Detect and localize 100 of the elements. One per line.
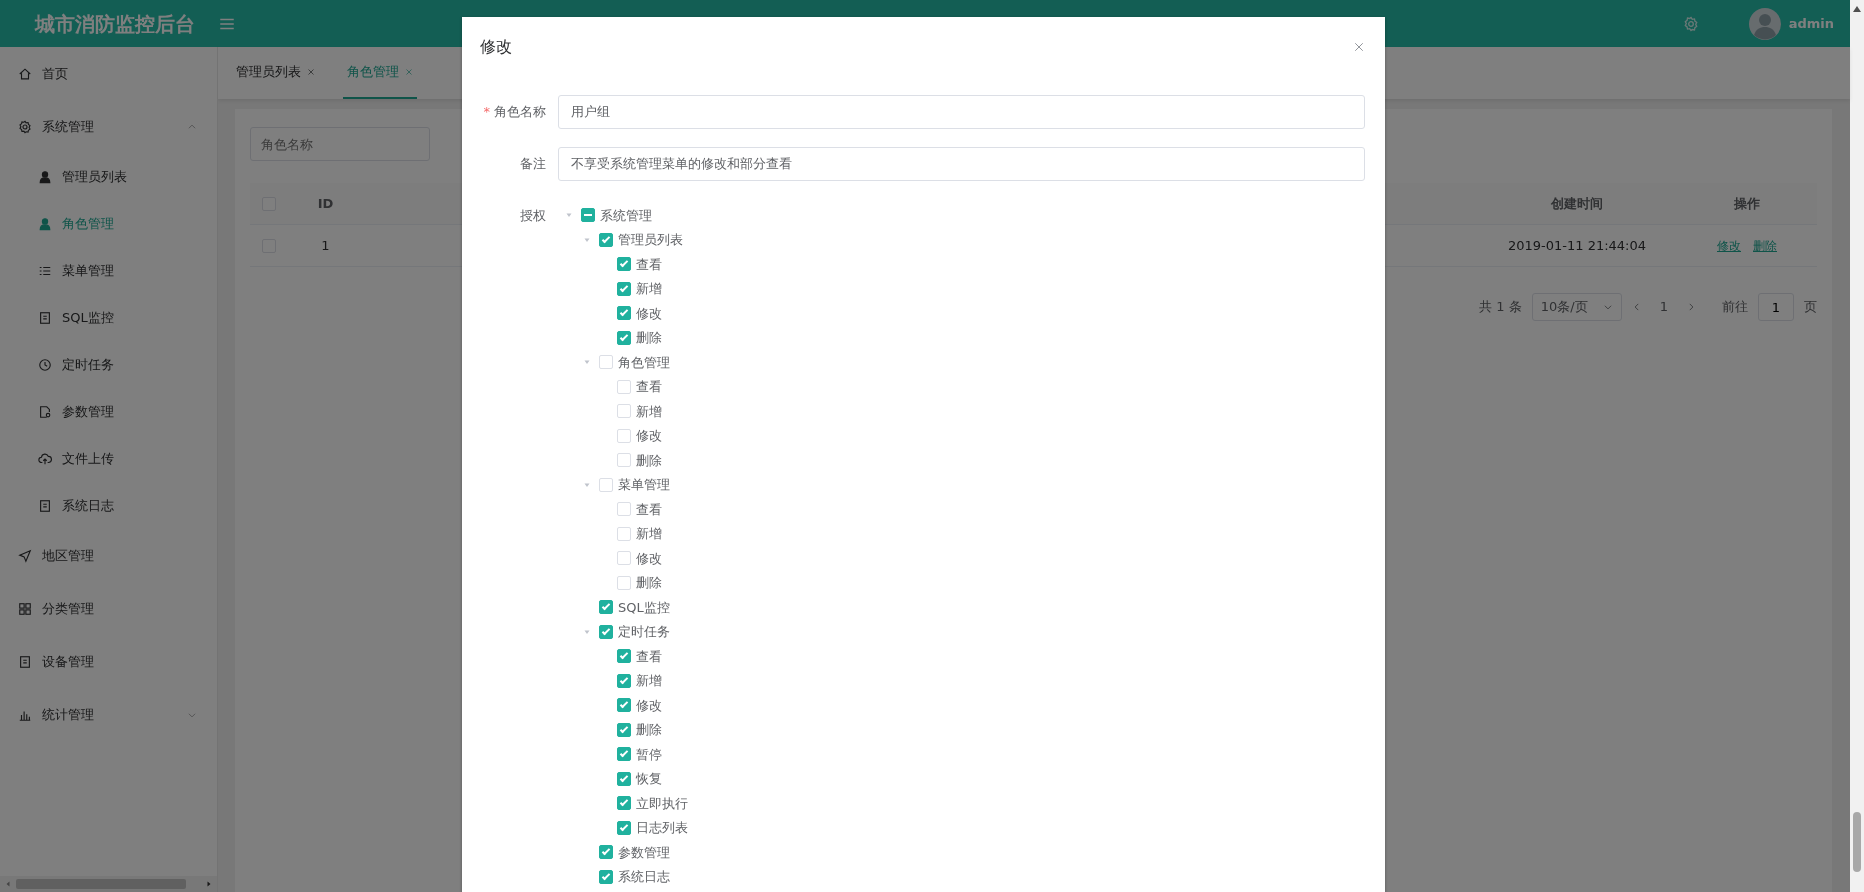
page-suffix: 页 [1804, 298, 1817, 317]
tree-node[interactable]: 查看 [558, 497, 1365, 522]
checkbox[interactable] [617, 796, 631, 811]
checkbox[interactable] [599, 624, 613, 639]
horizontal-scrollbar[interactable] [0, 876, 217, 892]
tree-node[interactable]: SQL监控 [558, 595, 1365, 620]
checkbox[interactable] [617, 673, 631, 688]
close-icon[interactable] [405, 68, 413, 76]
tab[interactable]: 管理员列表 [232, 47, 319, 99]
caret-icon [1602, 302, 1613, 312]
checkbox[interactable] [599, 600, 613, 615]
scrollbar-thumb[interactable] [1853, 812, 1861, 872]
navigation-icon [18, 548, 32, 563]
close-icon[interactable] [1353, 41, 1365, 53]
checkbox[interactable] [581, 208, 595, 223]
settings-icon [18, 119, 32, 134]
sidebar-item[interactable]: 系统管理 [0, 100, 217, 153]
tree-node[interactable]: 查看 [558, 252, 1365, 277]
tree-node[interactable]: 新增 [558, 276, 1365, 301]
document-icon [38, 498, 52, 513]
checkbox[interactable] [599, 869, 613, 884]
scroll-up-icon[interactable] [1853, 6, 1861, 12]
page-size-select[interactable]: 10条/页 [1531, 293, 1622, 321]
next-page-icon[interactable] [1686, 302, 1696, 312]
tree-node[interactable]: 立即执行 [558, 791, 1365, 816]
checkbox[interactable] [617, 281, 631, 296]
sidebar-item[interactable]: SQL监控 [0, 294, 217, 341]
checkbox[interactable] [617, 257, 631, 272]
checkbox[interactable] [617, 330, 631, 345]
cloud-upload-icon [38, 451, 52, 466]
home-icon [18, 66, 32, 81]
sidebar-item[interactable]: 分类管理 [0, 582, 217, 635]
column-header: 创建时间 [1551, 194, 1603, 213]
tree-node[interactable]: 修改 [558, 301, 1365, 326]
tree-node[interactable]: 菜单管理 [558, 472, 1365, 497]
tree-node[interactable]: 系统管理 [558, 203, 1365, 228]
user-icon [38, 216, 52, 231]
tree-node[interactable]: 修改 [558, 423, 1365, 448]
tree-node[interactable]: 修改 [558, 546, 1365, 571]
checkbox[interactable] [617, 649, 631, 664]
grid-icon [18, 601, 32, 616]
tree-node[interactable]: 暂停 [558, 742, 1365, 767]
field-label: 备注 [520, 156, 546, 172]
checkbox[interactable] [617, 747, 631, 762]
goto-label: 前往 [1722, 298, 1748, 317]
page-input[interactable]: 1 [1758, 293, 1794, 321]
tree-node[interactable]: 角色管理 [558, 350, 1365, 375]
document-icon [18, 654, 32, 669]
checkbox[interactable] [599, 845, 613, 860]
required-mark: * [483, 104, 490, 120]
tree-node[interactable]: 日志列表 [558, 815, 1365, 840]
sidebar-item[interactable]: 地区管理 [0, 529, 217, 582]
sidebar-item[interactable]: 统计管理 [0, 688, 217, 741]
tree-node[interactable]: 参数管理 [558, 840, 1365, 865]
checkbox[interactable] [617, 722, 631, 737]
scroll-right-icon[interactable] [205, 880, 213, 888]
clock-icon [38, 357, 52, 372]
tree-node[interactable]: 定时任务 [558, 619, 1365, 644]
field-label: 授权 [520, 208, 546, 223]
tree-node[interactable]: 删除 [558, 325, 1365, 350]
document-icon [38, 310, 52, 325]
user-icon [38, 169, 52, 184]
input-field[interactable]: 用户组 [558, 95, 1365, 129]
tree-node[interactable]: 删除 [558, 570, 1365, 595]
scroll-left-icon[interactable] [4, 880, 12, 888]
sidebar-item[interactable]: 定时任务 [0, 341, 217, 388]
avatar[interactable] [1748, 7, 1781, 40]
search-field[interactable]: 角色名称 [250, 127, 430, 161]
tree-node[interactable]: 管理员列表 [558, 227, 1365, 252]
table-cell-text: 2019-01-11 21:44:04 [1507, 236, 1647, 255]
close-icon[interactable] [307, 68, 315, 76]
tree-node[interactable]: 系统日志 [558, 864, 1365, 889]
tree-node[interactable]: 删除 [558, 448, 1365, 473]
app-title: 城市消防监控后台 [33, 10, 196, 38]
column-header: ID [317, 194, 334, 213]
tree-node[interactable]: 查看 [558, 644, 1365, 669]
checkbox[interactable] [617, 306, 631, 321]
tree-node[interactable]: 查看 [558, 374, 1365, 399]
scrollbar-thumb[interactable] [16, 879, 186, 889]
tree-node[interactable]: 恢复 [558, 766, 1365, 791]
tree-node[interactable]: 修改 [558, 693, 1365, 718]
sidebar-item[interactable]: 首页 [0, 47, 217, 100]
tree-node[interactable]: 新增 [558, 521, 1365, 546]
input-field[interactable]: 不享受系统管理菜单的修改和部分查看 [558, 147, 1365, 181]
tree-node[interactable]: 新增 [558, 399, 1365, 424]
dialog-title: 修改 [480, 36, 512, 58]
tree-node[interactable]: 新增 [558, 668, 1365, 693]
tree-node[interactable]: 删除 [558, 717, 1365, 742]
sidebar-item[interactable]: 文件上传 [0, 435, 217, 482]
checkbox[interactable] [617, 698, 631, 713]
sidebar-item[interactable]: 设备管理 [0, 635, 217, 688]
vertical-scrollbar[interactable] [1850, 0, 1864, 892]
sidebar-item[interactable]: 参数管理 [0, 388, 217, 435]
sidebar-item[interactable]: 管理员列表 [0, 153, 217, 200]
checkbox[interactable] [617, 820, 631, 835]
settings-icon[interactable] [1682, 15, 1699, 32]
sidebar-item[interactable]: 系统日志 [0, 482, 217, 529]
checkbox[interactable] [599, 232, 613, 247]
checkbox[interactable] [617, 771, 631, 786]
sidebar-item[interactable]: 菜单管理 [0, 247, 217, 294]
